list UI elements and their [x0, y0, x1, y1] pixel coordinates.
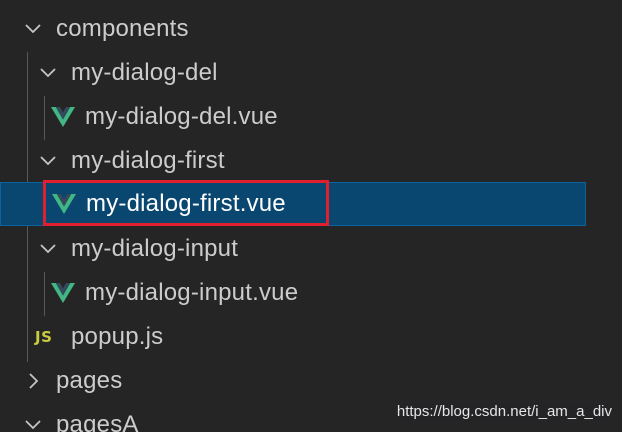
tree-item-label: my-dialog-del — [71, 59, 218, 86]
tree-item-my-dialog-input[interactable]: my-dialog-input — [0, 227, 586, 271]
tree-item-my-dialog-input-vue[interactable]: my-dialog-input.vue — [0, 271, 586, 315]
tree-item-label: my-dialog-first — [71, 147, 225, 174]
vue-file-icon — [51, 106, 75, 128]
tree-item-label: my-dialog-input.vue — [85, 279, 299, 306]
tree-item-label: popup.js — [71, 323, 164, 350]
tree-item-label: pages — [56, 367, 123, 394]
chevron-down-icon[interactable] — [22, 18, 44, 40]
chevron-down-icon[interactable] — [22, 414, 44, 432]
watermark-text: https://blog.csdn.net/i_am_a_div — [396, 403, 612, 420]
tree-item-label: my-dialog-del.vue — [85, 103, 278, 130]
tree-item-my-dialog-del[interactable]: my-dialog-del — [0, 51, 586, 95]
chevron-right-icon[interactable] — [22, 370, 44, 392]
tree-item-my-dialog-first[interactable]: my-dialog-first — [0, 139, 586, 183]
tree-item-components[interactable]: components — [0, 7, 586, 51]
tree-item-label: pagesA — [56, 411, 139, 432]
tree-item-my-dialog-first-vue[interactable]: my-dialog-first.vue — [0, 182, 586, 226]
tree-item-popup-js[interactable]: JS popup.js — [0, 315, 586, 359]
tree-item-label: components — [56, 15, 189, 42]
tree-item-pages[interactable]: pages — [0, 359, 586, 403]
tree-item-label: my-dialog-input — [71, 235, 239, 262]
vue-file-icon — [52, 193, 76, 215]
js-file-icon: JS — [35, 328, 53, 346]
file-explorer-tree: components my-dialog-del my-dialog-del.v… — [0, 0, 622, 432]
tree-item-my-dialog-del-vue[interactable]: my-dialog-del.vue — [0, 95, 586, 139]
chevron-down-icon[interactable] — [37, 150, 59, 172]
tree-item-label: my-dialog-first.vue — [86, 190, 286, 217]
chevron-down-icon[interactable] — [37, 62, 59, 84]
vue-file-icon — [51, 282, 75, 304]
chevron-down-icon[interactable] — [37, 238, 59, 260]
